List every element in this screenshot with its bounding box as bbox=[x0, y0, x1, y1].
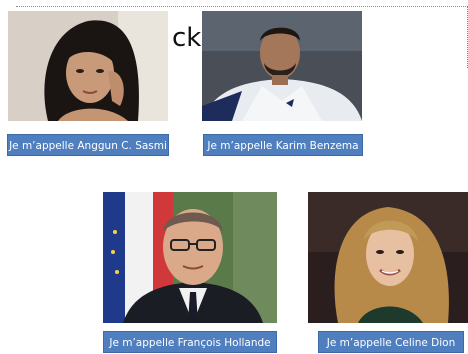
slide-title[interactable]: ck bbox=[172, 23, 201, 53]
caption-benzema[interactable]: Je m’appelle Karim Benzema bbox=[203, 134, 363, 156]
photo-hollande-image bbox=[103, 192, 277, 323]
slide-canvas: ck Je m’appelle Anggun C. Sasmi Je m’app… bbox=[0, 0, 468, 353]
caption-celine-dion[interactable]: Je m’appelle Celine Dion bbox=[318, 331, 464, 353]
photo-hollande[interactable] bbox=[103, 192, 277, 323]
photo-celine-dion[interactable] bbox=[308, 192, 468, 323]
photo-anggun-image bbox=[8, 11, 168, 121]
photo-benzema[interactable] bbox=[202, 11, 362, 121]
photo-celine-dion-image bbox=[308, 192, 468, 323]
caption-hollande[interactable]: Je m’appelle François Hollande bbox=[103, 331, 277, 353]
photo-benzema-image bbox=[202, 11, 362, 121]
photo-anggun[interactable] bbox=[8, 11, 168, 121]
caption-anggun[interactable]: Je m’appelle Anggun C. Sasmi bbox=[7, 134, 169, 156]
